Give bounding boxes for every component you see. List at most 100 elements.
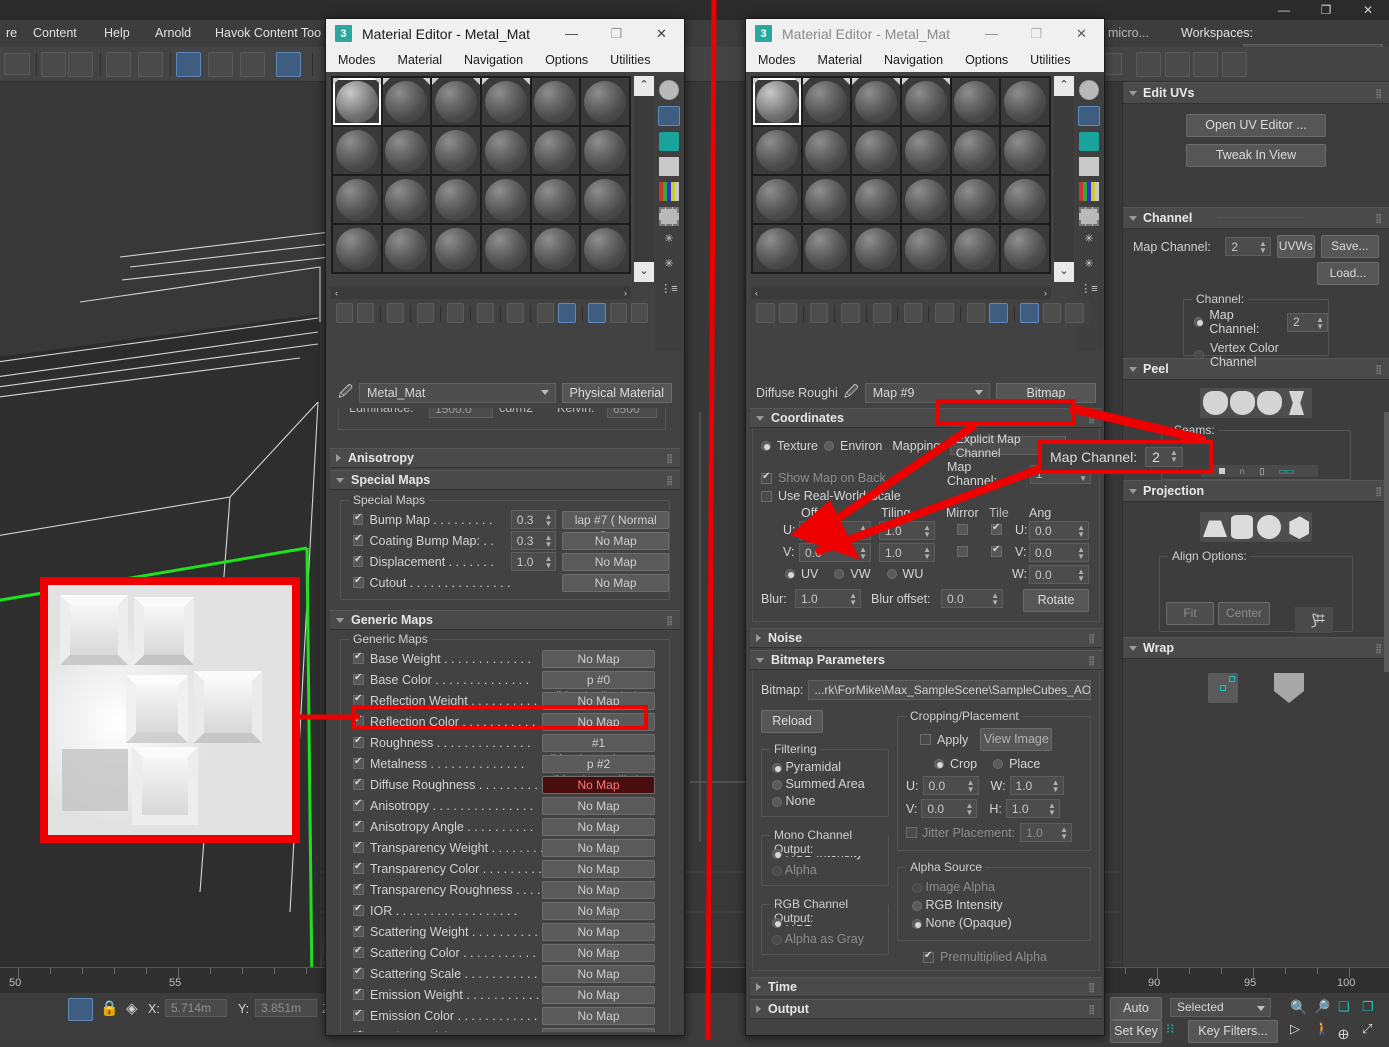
map-enable-checkbox[interactable]: [353, 947, 364, 958]
menu-item-havok[interactable]: Havok Content Too: [215, 24, 321, 43]
spinner-arrows-icon[interactable]: ▲▼: [1077, 568, 1085, 582]
zoom-extents-icon[interactable]: ❏: [1338, 999, 1350, 1015]
sample-slot[interactable]: [333, 176, 381, 223]
map-slot-button[interactable]: No Map: [542, 923, 655, 941]
auto-key-button[interactable]: Auto Key: [1110, 997, 1162, 1020]
map-slot-button[interactable]: No Map: [542, 986, 655, 1004]
map-row[interactable]: Anisotropy Angle . . . . . . . . . . No …: [341, 816, 669, 837]
material-id-channel-icon[interactable]: ⋮≡: [659, 282, 679, 301]
map-enable-checkbox[interactable]: [353, 989, 364, 1000]
sample-slot[interactable]: [952, 127, 1000, 174]
mapping-select[interactable]: Explicit Map Channel: [950, 436, 1066, 455]
spinner-arrows-icon[interactable]: ▲▼: [859, 546, 867, 560]
point-to-point-seams-icon[interactable]: [1219, 468, 1225, 474]
map-params-panel[interactable]: Coordinates ⣿ Texture Environ Mapping: E…: [750, 408, 1102, 1032]
kelvin-spinner[interactable]: 6500 ▾: [607, 408, 657, 418]
spherical-projection-icon[interactable]: [1257, 515, 1281, 539]
sample-slot[interactable]: [852, 127, 900, 174]
scroll-left-icon[interactable]: ‹: [755, 288, 758, 298]
panel-scrollbar[interactable]: [1384, 412, 1389, 672]
slots-hscrollbar[interactable]: ‹ ›: [751, 286, 1051, 299]
map-slot-button[interactable]: lap #7 ( Normal Bump: [562, 511, 669, 529]
toolbar-dropdown[interactable]: [4, 53, 30, 75]
menu-item-content[interactable]: Content: [33, 24, 77, 43]
map-enable-checkbox[interactable]: [353, 926, 364, 937]
map-row[interactable]: Emission Weight . . . . . . . . . . . No…: [341, 984, 669, 1005]
menu-item-navigation[interactable]: Navigation: [884, 53, 943, 67]
assign-material-icon[interactable]: [779, 303, 798, 323]
map-row[interactable]: Coating Bump Map: . . 0.3 ▲▼ No Map: [341, 530, 669, 551]
show-shaded-material-icon[interactable]: [558, 303, 575, 323]
maximize-icon[interactable]: ❐: [1305, 0, 1347, 20]
spinner-arrows-icon[interactable]: ▲▼: [991, 592, 999, 606]
menu-item-modes[interactable]: Modes: [758, 53, 796, 67]
minimize-icon[interactable]: —: [969, 19, 1014, 48]
menu-item-navigation[interactable]: Navigation: [464, 53, 523, 67]
put-to-library-icon[interactable]: [810, 303, 829, 323]
map-type-button[interactable]: Bitmap: [996, 383, 1096, 403]
section-header-anisotropy[interactable]: Anisotropy ⣿: [330, 448, 680, 468]
walkthrough-icon[interactable]: 🚶: [1314, 1021, 1330, 1037]
peel-mode-icon[interactable]: [1203, 391, 1228, 415]
curve-editor-icon[interactable]: [208, 52, 233, 77]
crop-w-spinner[interactable]: 1.0▲▼: [1010, 776, 1064, 795]
radio-vertex-color-channel[interactable]: [1194, 350, 1204, 360]
map-row[interactable]: Transparency Roughness . . . . . . No Ma…: [341, 879, 669, 900]
edge-sel-to-seams-icon[interactable]: ∩: [1239, 466, 1245, 476]
sample-slot[interactable]: [532, 127, 580, 174]
material-name-input[interactable]: Metal_Mat: [359, 383, 556, 403]
map-row[interactable]: Scattering Color . . . . . . . . . . . N…: [341, 942, 669, 963]
section-header-output[interactable]: Output ⣿: [750, 999, 1102, 1019]
menu-item-micro[interactable]: micro...: [1108, 24, 1149, 43]
spinner-arrows-icon[interactable]: ▲▼: [967, 779, 975, 793]
map-enable-checkbox[interactable]: [353, 737, 364, 748]
absolute-mode-icon[interactable]: ◈: [126, 999, 138, 1017]
map-row[interactable]: Scattering Scale . . . . . . . . . . . N…: [341, 963, 669, 984]
crop-u-spinner[interactable]: 0.0▲▼: [923, 776, 979, 795]
sample-slot[interactable]: [482, 127, 530, 174]
map-row[interactable]: Roughness . . . . . . . . . . . . . . #1…: [341, 732, 669, 753]
fit-button[interactable]: Fit: [1166, 602, 1214, 625]
radio-texture[interactable]: [761, 441, 771, 451]
maximize-icon[interactable]: ❐: [1014, 19, 1059, 48]
u-angle-spinner[interactable]: 0.0 ▲▼: [1029, 521, 1089, 540]
sample-slot[interactable]: [902, 176, 950, 223]
sample-slot[interactable]: [852, 225, 900, 272]
map-row[interactable]: Base Weight . . . . . . . . . . . . . No…: [341, 648, 669, 669]
sample-slots-grid[interactable]: [331, 76, 631, 274]
map-enable-checkbox[interactable]: [353, 695, 364, 706]
spinner-arrows-icon[interactable]: ▾: [485, 408, 489, 409]
sample-slot[interactable]: [952, 78, 1000, 125]
video-color-check-icon[interactable]: [659, 182, 679, 201]
slots-hscrollbar[interactable]: ‹ ›: [331, 286, 631, 299]
map-enable-checkbox[interactable]: [353, 800, 364, 811]
maximize-viewport-icon[interactable]: ⤢: [1362, 1021, 1372, 1037]
spinner-arrows-icon[interactable]: ▲▼: [1077, 546, 1085, 560]
radio-image-alpha[interactable]: [912, 883, 922, 893]
workspace-new-icon[interactable]: [1222, 52, 1247, 77]
rollout-header-projection[interactable]: Projection ⣿: [1123, 480, 1389, 502]
go-to-parent-icon[interactable]: [1043, 303, 1062, 323]
spinner-arrows-icon[interactable]: ▲▼: [545, 555, 553, 569]
bitmap-path-field[interactable]: ...rk\ForMike\Max_SampleScene\SampleCube…: [808, 680, 1091, 700]
checkbox-u-tile[interactable]: [991, 524, 1002, 535]
menu-item-options[interactable]: Options: [965, 53, 1008, 67]
minimize-icon[interactable]: —: [549, 19, 594, 48]
workspace-manage-icon[interactable]: [1193, 52, 1218, 77]
close-icon[interactable]: ✕: [1347, 0, 1389, 20]
sample-slot[interactable]: [902, 127, 950, 174]
show-end-result-icon[interactable]: [588, 303, 605, 323]
map-slot-button[interactable]: No Map: [542, 797, 655, 815]
close-icon[interactable]: ✕: [1059, 19, 1104, 48]
radio-none-filter[interactable]: [772, 797, 782, 807]
map-enable-checkbox[interactable]: [353, 905, 364, 916]
crop-v-spinner[interactable]: 0.0▲▼: [921, 799, 977, 818]
sample-slot[interactable]: [753, 78, 801, 125]
radio-none-opaque[interactable]: [912, 919, 922, 929]
map-slot-button[interactable]: No Map: [542, 1007, 655, 1025]
menu-item-options[interactable]: Options: [545, 53, 588, 67]
map-slot-button[interactable]: #1 (Metal_roughness.: [542, 734, 655, 752]
sample-slot[interactable]: [532, 176, 580, 223]
sample-slot[interactable]: [753, 225, 801, 272]
sample-slot[interactable]: [333, 78, 381, 125]
